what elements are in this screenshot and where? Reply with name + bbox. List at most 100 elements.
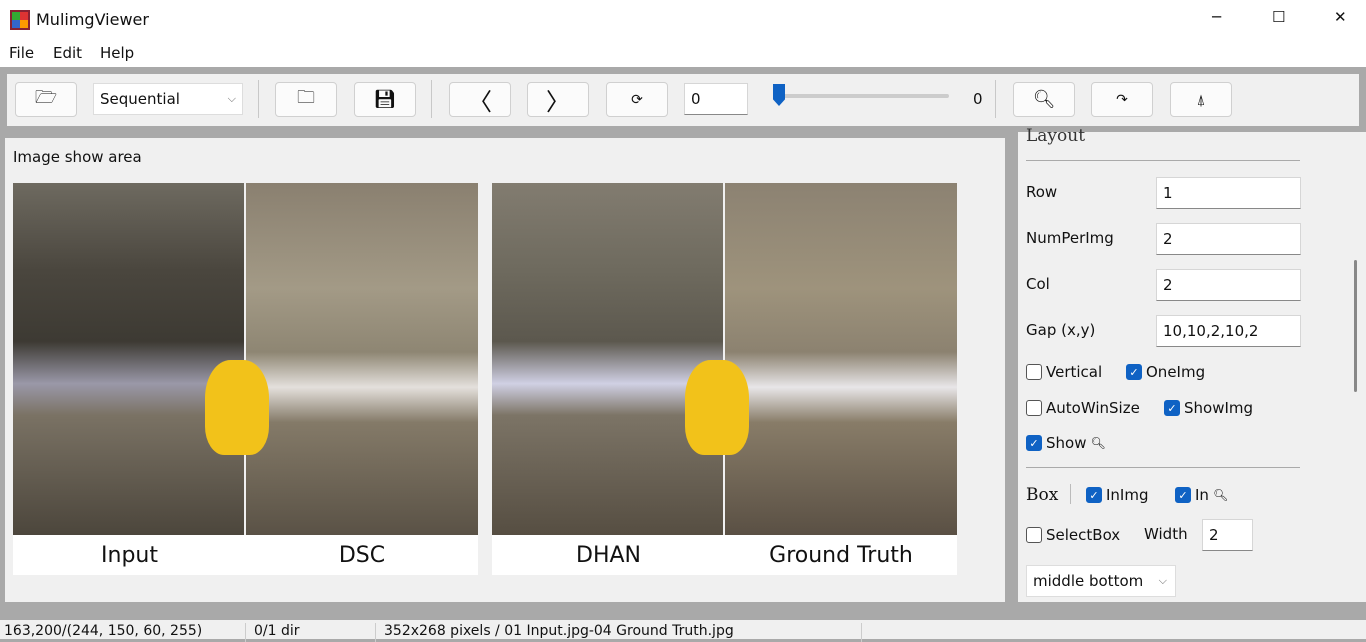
minimize-button[interactable]: ─: [1212, 8, 1221, 26]
col-input[interactable]: 2: [1156, 269, 1301, 301]
label-col: Col: [1026, 275, 1050, 293]
status-pixel-info: 163,200/(244, 150, 60, 255): [0, 623, 246, 642]
refresh-icon: ⟳: [631, 91, 643, 108]
separator: [995, 80, 996, 118]
checkbox-vertical[interactable]: Vertical: [1026, 363, 1102, 381]
checkbox-label: SelectBox: [1046, 526, 1121, 544]
separator: [258, 80, 259, 118]
menu-help[interactable]: Help: [100, 44, 134, 62]
magnifier-icon: 🔍︎: [1090, 436, 1106, 450]
settings-panel: Layout Row 1 NumPerImg 2 Col 2 Gap (x,y)…: [1018, 126, 1344, 602]
caption-dsc: DSC: [246, 535, 478, 575]
duck-1: [205, 360, 269, 455]
index-slider[interactable]: [773, 84, 949, 106]
row-input[interactable]: 1: [1156, 177, 1301, 209]
magnifier-icon: 🔍︎: [1032, 89, 1056, 110]
magnifier-button[interactable]: 🔍︎: [1013, 82, 1075, 117]
menu-edit[interactable]: Edit: [53, 44, 82, 62]
open-folder-button[interactable]: 🗁: [15, 82, 77, 117]
menu-bar: File Edit Help: [0, 38, 1366, 67]
duck-2: [685, 360, 749, 455]
check-icon[interactable]: ✓: [1126, 364, 1142, 380]
section-title-layout: Layout: [1026, 126, 1086, 146]
magnifier-icon: 🔍︎: [1212, 488, 1229, 502]
checkbox-in-magnifier[interactable]: ✓ In 🔍︎: [1175, 486, 1228, 504]
previous-button[interactable]: 〈: [449, 82, 511, 117]
label-gap: Gap (x,y): [1026, 321, 1096, 339]
rotate-button[interactable]: ↷: [1091, 82, 1153, 117]
checkbox-autowinsize[interactable]: AutoWinSize: [1026, 399, 1140, 417]
folder-icon: 🗀: [297, 86, 315, 108]
width-label: Width: [1144, 525, 1188, 543]
position-select-value: middle bottom: [1033, 572, 1144, 590]
check-icon[interactable]: ✓: [1175, 487, 1191, 503]
checkbox-label: In: [1195, 486, 1209, 504]
separator: [1070, 484, 1071, 504]
status-dir: 0/1 dir: [250, 623, 376, 642]
image-ground-truth: [725, 183, 957, 535]
maximize-button[interactable]: ☐: [1272, 8, 1285, 26]
checkbox-label: AutoWinSize: [1046, 399, 1140, 417]
status-image-info: 352x268 pixels / 01 Input.jpg-04 Ground …: [380, 623, 862, 642]
image-dsc: [246, 183, 478, 535]
divider: [1026, 160, 1300, 161]
flip-icon: ⍋: [1196, 90, 1206, 109]
image-show-area[interactable]: Image show area Input DSC DHAN Ground Tr…: [5, 138, 1005, 602]
checkbox-label: ShowImg: [1184, 399, 1254, 417]
checkbox-label: Show: [1046, 434, 1087, 452]
app-logo-icon: [10, 10, 30, 30]
caption-input: Input: [13, 535, 246, 575]
save-button[interactable]: 💾︎: [354, 82, 416, 117]
window-title: MulimgViewer: [36, 10, 149, 29]
check-icon[interactable]: ✓: [1164, 400, 1180, 416]
slider-thumb[interactable]: [773, 84, 785, 106]
refresh-button[interactable]: ⟳: [606, 82, 668, 117]
check-icon[interactable]: ✓: [1026, 435, 1042, 451]
numperimg-input[interactable]: 2: [1156, 223, 1301, 255]
box-position-select[interactable]: middle bottom ⌵: [1026, 565, 1176, 597]
panel-scrollbar-thumb[interactable]: [1354, 260, 1357, 392]
checkbox-showimg[interactable]: ✓ ShowImg: [1164, 399, 1253, 417]
checkbox-selectbox[interactable]: SelectBox: [1026, 526, 1120, 544]
title-bar: MulimgViewer ─ ☐ ✕: [0, 0, 1366, 38]
image-area-label: Image show area: [13, 148, 142, 166]
menu-file[interactable]: File: [9, 44, 34, 62]
checkbox-inimg[interactable]: ✓ InImg: [1086, 486, 1149, 504]
flip-button[interactable]: ⍋: [1170, 82, 1232, 117]
open-dir-button[interactable]: 🗀: [275, 82, 337, 117]
checkbox-box[interactable]: [1026, 527, 1042, 543]
folder-open-icon: 🗁: [34, 86, 58, 108]
checkbox-label: OneImg: [1146, 363, 1206, 381]
image-input: [13, 183, 244, 535]
index-input[interactable]: 0: [684, 83, 748, 115]
gap-input[interactable]: 10,10,2,10,2: [1156, 315, 1301, 347]
rotate-icon: ↷: [1116, 91, 1128, 108]
label-numperimg: NumPerImg: [1026, 229, 1114, 247]
box-label: Box: [1026, 485, 1059, 505]
checkbox-label: Vertical: [1046, 363, 1103, 381]
check-icon[interactable]: ✓: [1086, 487, 1102, 503]
box-width-input[interactable]: 2: [1202, 519, 1253, 551]
checkbox-show-magnifier[interactable]: ✓ Show 🔍︎: [1026, 434, 1106, 452]
checkbox-oneimg[interactable]: ✓ OneImg: [1126, 363, 1205, 381]
save-icon: 💾︎: [373, 89, 397, 110]
chevron-left-icon: 〈: [468, 88, 492, 116]
slider-value: 0: [973, 90, 983, 108]
chevron-down-icon: ⌵: [227, 92, 236, 105]
divider: [1026, 467, 1300, 468]
checkbox-box[interactable]: [1026, 400, 1042, 416]
close-button[interactable]: ✕: [1334, 8, 1347, 26]
status-bar: 163,200/(244, 150, 60, 255) 0/1 dir 352x…: [0, 620, 1366, 642]
checkbox-box[interactable]: [1026, 364, 1042, 380]
label-row: Row: [1026, 183, 1058, 201]
toolbar: 🗁 Sequential ⌵ 🗀 💾︎ 〈 〉 ⟳ 0 0 🔍︎ ↷ ⍋: [7, 74, 1359, 126]
chevron-down-icon: ⌵: [1158, 574, 1167, 587]
separator: [431, 80, 432, 118]
checkbox-label: InImg: [1106, 486, 1149, 504]
next-button[interactable]: 〉: [527, 82, 589, 117]
caption-dhan: DHAN: [492, 535, 725, 575]
panel-scrollbar-track[interactable]: [1344, 132, 1366, 602]
chevron-right-icon: 〉: [546, 88, 570, 116]
mode-select[interactable]: Sequential ⌵: [93, 83, 243, 115]
caption-ground-truth: Ground Truth: [725, 535, 957, 575]
